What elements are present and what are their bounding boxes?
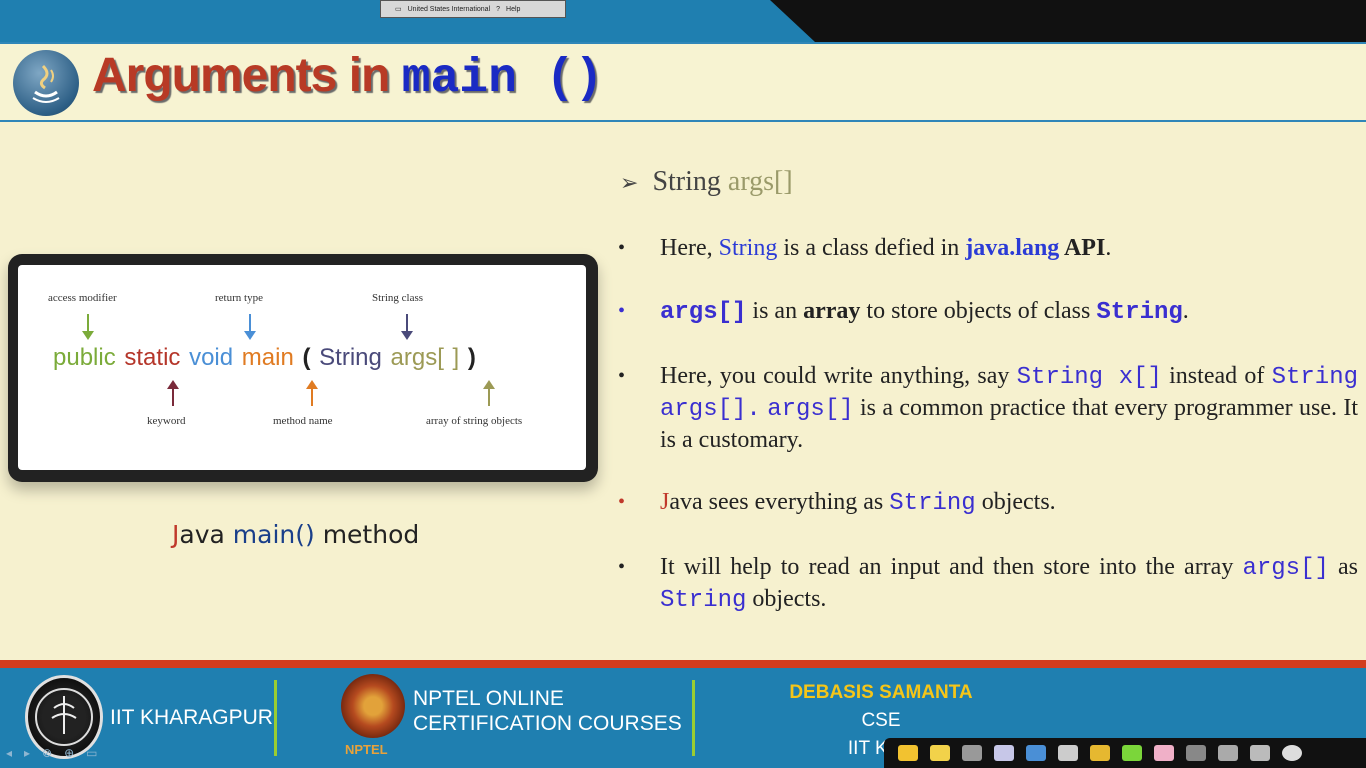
- footer-divider: [692, 680, 695, 756]
- bullet-5: • It will help to read an input and then…: [618, 554, 1358, 614]
- eraser-tool-icon[interactable]: [962, 745, 982, 761]
- caption-main: main(): [232, 520, 315, 549]
- title-text: Arguments in: [92, 49, 402, 102]
- sig-static: static: [124, 344, 181, 371]
- sig-close-paren: ): [467, 344, 476, 371]
- arrow-array: [483, 380, 495, 406]
- pen-tool-icon[interactable]: [1026, 745, 1046, 761]
- arrow-access-modifier: [82, 314, 94, 340]
- bullet-dot: •: [618, 556, 626, 578]
- pointer-tool-icon[interactable]: [898, 745, 918, 761]
- screen-tool-icon[interactable]: [1250, 745, 1270, 761]
- author-name: DEBASIS SAMANTA: [789, 682, 973, 703]
- language-label: United States International: [407, 5, 491, 13]
- sig-args: args[ ]: [390, 344, 460, 371]
- caption-method: method: [314, 520, 420, 549]
- text-tool-icon[interactable]: [994, 745, 1014, 761]
- green-pen-tool-icon[interactable]: [1122, 745, 1142, 761]
- clear-tool-icon[interactable]: [1282, 745, 1302, 761]
- sig-void: void: [189, 344, 234, 371]
- bullet-dot: •: [618, 365, 626, 387]
- bullet-dot: •: [618, 300, 626, 322]
- page-title: Arguments in main (): [92, 48, 603, 106]
- nptel-line-2: CERTIFICATION COURSES: [413, 712, 682, 735]
- java-logo-icon: [13, 50, 79, 116]
- bullet-3: • Here, you could write anything, say St…: [618, 363, 1359, 453]
- label-method-name: method name: [273, 415, 333, 427]
- heading-string: String: [652, 166, 728, 197]
- bullet-dot: •: [618, 491, 626, 513]
- arrow-keyword: [167, 380, 179, 406]
- keyboard-tool-icon[interactable]: [1058, 745, 1078, 761]
- footer-divider: [274, 680, 277, 756]
- bullet-1: • Here, String is a class defied in java…: [618, 233, 1358, 264]
- arrow-return-type: [244, 314, 256, 340]
- diagram-caption: Java main() method: [172, 520, 419, 549]
- sig-main: main: [241, 344, 294, 371]
- nptel-text: NPTEL ONLINE CERTIFICATION COURSES: [413, 686, 682, 736]
- label-string-class: String class: [372, 292, 424, 304]
- slide-nav-icons[interactable]: ◂▸⊘⊕▭: [6, 746, 110, 760]
- main-signature: public static void main ( String args[ ]…: [53, 344, 476, 372]
- title-code: main (): [401, 52, 604, 106]
- label-return-type: return type: [215, 292, 263, 304]
- author-dept: CSE: [861, 710, 901, 731]
- bullet-dot: •: [618, 237, 626, 259]
- caption-ava: ava: [179, 520, 233, 549]
- network-tool-icon[interactable]: [1218, 745, 1238, 761]
- help-icon[interactable]: ?: [496, 6, 500, 13]
- arrow-method-name: [306, 380, 318, 406]
- label-access-modifier: access modifier: [48, 292, 117, 304]
- arrow-bullet-icon: ➢: [620, 170, 639, 195]
- label-array-objects: array of string objects: [426, 415, 523, 427]
- help-label[interactable]: Help: [506, 6, 520, 13]
- annotation-toolbar: [884, 738, 1366, 768]
- iit-kharagpur-text: IIT KHARAGPUR: [110, 706, 273, 729]
- language-bar[interactable]: ▭ United States International ? Help: [380, 0, 566, 18]
- sig-open-paren: (: [302, 344, 311, 371]
- section-heading: ➢ String args[]: [620, 166, 793, 198]
- nptel-logo-icon: [341, 674, 405, 738]
- cursor-tool-icon[interactable]: [1186, 745, 1206, 761]
- bullet-2: • args[] is an array to store objects of…: [618, 298, 1189, 326]
- nptel-line-1: NPTEL ONLINE: [413, 687, 564, 710]
- highlighter-tool-icon[interactable]: [930, 745, 950, 761]
- bullet-4: • Java sees everything as String objects…: [618, 489, 1056, 517]
- pink-eraser-tool-icon[interactable]: [1154, 745, 1174, 761]
- heading-args: args[]: [727, 166, 793, 197]
- arrow-string-class: [401, 314, 413, 340]
- sig-string: String: [319, 344, 382, 371]
- label-keyword: keyword: [147, 415, 186, 427]
- marker-tool-icon[interactable]: [1090, 745, 1110, 761]
- sig-public: public: [53, 344, 116, 371]
- keyboard-icon: ▭: [395, 6, 402, 13]
- nptel-small-text: NPTEL: [345, 742, 388, 757]
